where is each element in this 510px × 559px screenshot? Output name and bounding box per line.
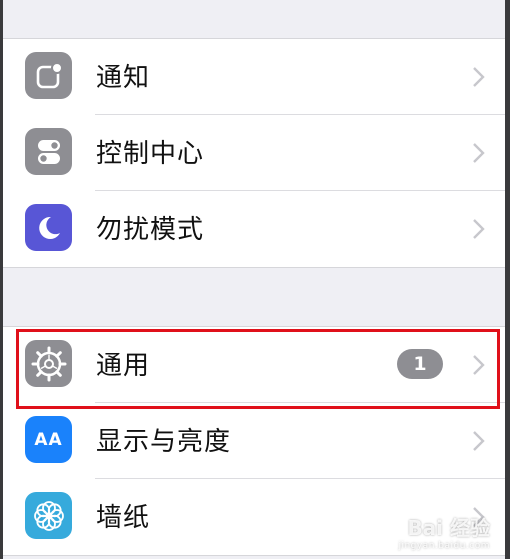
row-label: 控制中心 — [96, 139, 205, 169]
settings-row-control-center[interactable]: 控制中心 — [3, 115, 505, 191]
chevron-right-icon — [473, 219, 485, 239]
row-label: 勿扰模式 — [96, 215, 205, 245]
text-size-glyph: AA — [34, 429, 63, 450]
flower-icon — [25, 492, 72, 539]
control-center-icon — [25, 128, 72, 175]
settings-screen: 通知 控制中心 勿扰模式 通用 1 AA 显示与亮度 墙纸 — [3, 0, 505, 559]
row-label: 通知 — [96, 63, 151, 93]
chevron-right-icon — [473, 431, 485, 451]
settings-row-display-brightness[interactable]: AA 显示与亮度 — [3, 403, 505, 479]
settings-row-do-not-disturb[interactable]: 勿扰模式 — [3, 191, 505, 267]
row-label: 显示与亮度 — [96, 427, 232, 457]
settings-group-1: 通知 控制中心 勿扰模式 — [3, 38, 505, 268]
notification-icon — [25, 52, 72, 99]
text-size-icon: AA — [25, 416, 72, 463]
chevron-right-icon — [473, 67, 485, 87]
highlight-box — [16, 329, 500, 409]
watermark: Bai 经验 jingyan.baidu.com — [398, 518, 490, 555]
row-label: 墙纸 — [96, 503, 151, 533]
settings-row-notifications[interactable]: 通知 — [3, 39, 505, 115]
moon-icon — [25, 204, 72, 251]
watermark-subtext: jingyan.baidu.com — [398, 541, 490, 551]
chevron-right-icon — [473, 143, 485, 163]
